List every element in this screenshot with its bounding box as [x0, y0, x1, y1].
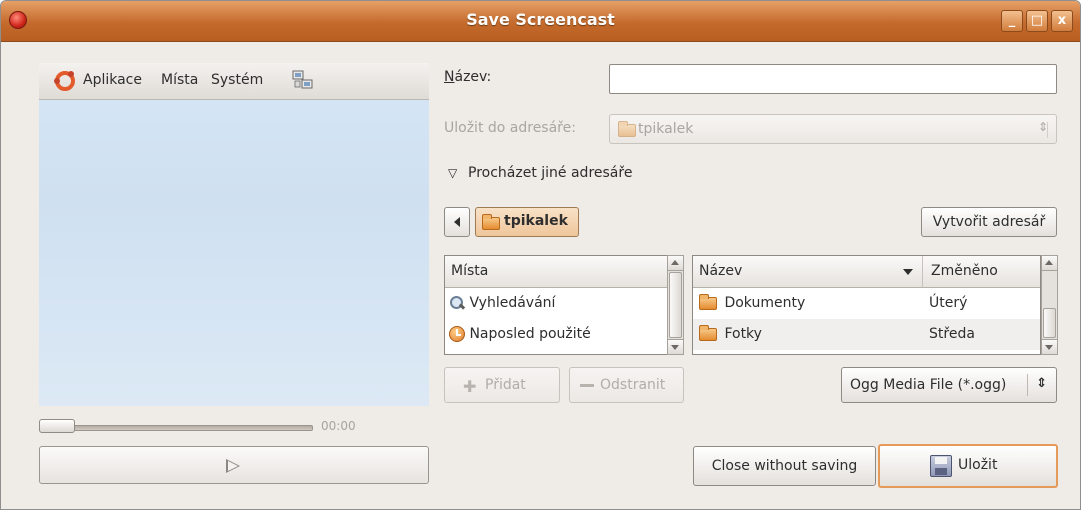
save-in-label: Uložit do adresáře: — [444, 120, 576, 136]
network-icon — [292, 70, 313, 89]
expander-arrow-icon[interactable]: ▽ — [448, 166, 457, 180]
play-icon — [226, 459, 240, 473]
save-button-label: Uložit — [958, 457, 998, 473]
title-bar[interactable]: Save Screencast _ □ x — [1, 1, 1080, 42]
file-name: Fotky — [724, 326, 762, 342]
file-list-scrollbar[interactable] — [1041, 255, 1058, 355]
folder-icon — [699, 324, 717, 341]
folder-icon — [699, 293, 717, 310]
window-title: Save Screencast — [466, 10, 615, 29]
places-item-label: Naposled použité — [469, 326, 591, 342]
path-back-button[interactable] — [444, 207, 470, 237]
file-list[interactable]: Název Změněno Dokumenty Úterý Fotky Stře… — [692, 255, 1041, 355]
scroll-down-icon[interactable] — [668, 339, 683, 354]
seek-bar[interactable]: 00:00 — [39, 419, 429, 435]
recent-icon — [449, 326, 465, 342]
search-icon — [449, 295, 466, 311]
path-button-home[interactable]: tpikalek — [475, 207, 579, 237]
places-item-label: Vyhledávání — [469, 295, 556, 311]
remove-icon — [580, 384, 594, 387]
playback-time: 00:00 — [321, 419, 356, 433]
seek-handle[interactable] — [39, 419, 75, 433]
screencast-preview: Aplikace Místa Systém — [39, 63, 429, 406]
browse-folders-expander[interactable]: Procházet jiné adresáře — [468, 165, 632, 181]
save-screencast-window: Save Screencast _ □ x Aplikace Místa Sys… — [0, 0, 1081, 510]
file-row[interactable]: Fotky Středa — [693, 319, 1040, 350]
name-label: Název: — [444, 69, 492, 85]
maximize-button[interactable]: □ — [1026, 10, 1048, 32]
sort-descending-icon — [903, 269, 913, 275]
floppy-disk-icon — [930, 455, 952, 477]
seek-track[interactable] — [39, 425, 313, 431]
file-list-scroll-thumb[interactable] — [1043, 308, 1056, 338]
file-modified: Úterý — [929, 295, 968, 311]
preview-menu-system: Systém — [211, 72, 264, 88]
file-row[interactable]: Dokumenty Úterý — [693, 288, 1040, 319]
file-name: Dokumenty — [724, 295, 806, 311]
file-name-header[interactable]: Název — [693, 256, 923, 288]
remove-place-button: Odstranit — [569, 367, 684, 403]
minimize-button[interactable]: _ — [1001, 10, 1023, 32]
places-item-recent[interactable]: Naposled použité — [445, 319, 667, 350]
close-button[interactable]: x — [1051, 10, 1073, 32]
file-modified: Středa — [929, 326, 975, 342]
ubuntu-logo-icon — [54, 71, 75, 91]
places-list[interactable]: Místa Vyhledávání Naposled použité — [444, 255, 684, 355]
close-without-saving-label: Close without saving — [711, 458, 858, 474]
save-button[interactable]: Uložit — [878, 444, 1058, 488]
save-in-spin-icon: ⇕ — [1037, 120, 1049, 134]
save-in-value: tpikalek — [638, 121, 694, 137]
file-type-filter-value: Ogg Media File (*.ogg) — [850, 377, 1007, 393]
modified-header[interactable]: Změněno — [923, 256, 1040, 288]
places-scroll-thumb[interactable] — [669, 272, 682, 338]
places-header[interactable]: Místa — [445, 256, 667, 288]
home-folder-icon — [482, 213, 500, 231]
save-in-folder-icon — [618, 120, 636, 138]
add-place-label: Přidat — [485, 377, 526, 393]
preview-menu-aplikace: Aplikace — [83, 72, 142, 88]
places-scrollbar[interactable] — [667, 255, 684, 355]
remove-place-label: Odstranit — [600, 377, 666, 393]
save-in-combo: tpikalek ⇕ — [609, 114, 1057, 144]
path-button-label: tpikalek — [504, 213, 568, 229]
places-item-search[interactable]: Vyhledávání — [445, 288, 667, 319]
add-place-button: ✚ Přidat — [444, 367, 560, 403]
scroll-up-icon[interactable] — [1042, 256, 1057, 271]
file-type-filter-combo[interactable]: Ogg Media File (*.ogg) ⇕ — [841, 367, 1057, 403]
close-without-saving-button[interactable]: Close without saving — [693, 446, 876, 486]
add-icon: ✚ — [463, 377, 477, 396]
name-input[interactable] — [609, 64, 1057, 94]
scroll-up-icon[interactable] — [668, 256, 683, 271]
play-button[interactable] — [39, 446, 429, 484]
combo-spin-icon: ⇕ — [1036, 376, 1047, 391]
preview-panel-bar: Aplikace Místa Systém — [39, 63, 429, 100]
create-folder-button[interactable]: Vytvořit adresář — [921, 207, 1057, 237]
file-name-header-label: Název — [699, 263, 743, 279]
scroll-down-icon[interactable] — [1042, 339, 1057, 354]
preview-menu-mista: Místa — [161, 72, 199, 88]
